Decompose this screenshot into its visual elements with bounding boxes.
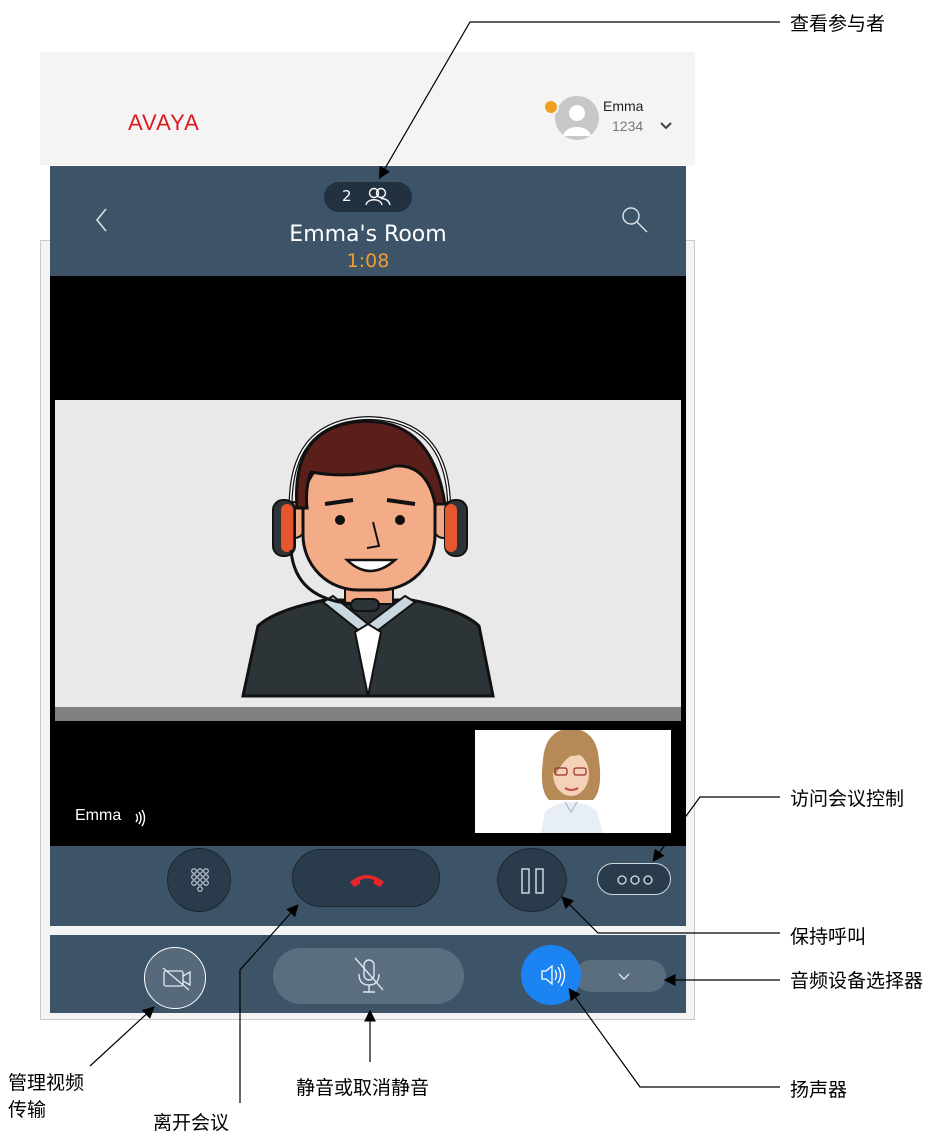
callout-video-line2: 传输: [8, 1099, 47, 1121]
callout-hold: 保持呼叫: [790, 926, 867, 948]
callout-leave: 离开会议: [153, 1112, 230, 1134]
callout-audio-device: 音频设备选择器: [790, 970, 924, 992]
callout-lines: [89, 21, 780, 1103]
callout-participants: 查看参与者: [790, 13, 886, 35]
callout-speaker: 扬声器: [790, 1079, 848, 1101]
callout-video: 管理视频 传输: [8, 1070, 84, 1124]
callout-video-line1: 管理视频: [8, 1072, 85, 1094]
callout-conference-controls: 访问会议控制: [790, 788, 905, 810]
callout-mute: 静音或取消静音: [296, 1077, 430, 1099]
